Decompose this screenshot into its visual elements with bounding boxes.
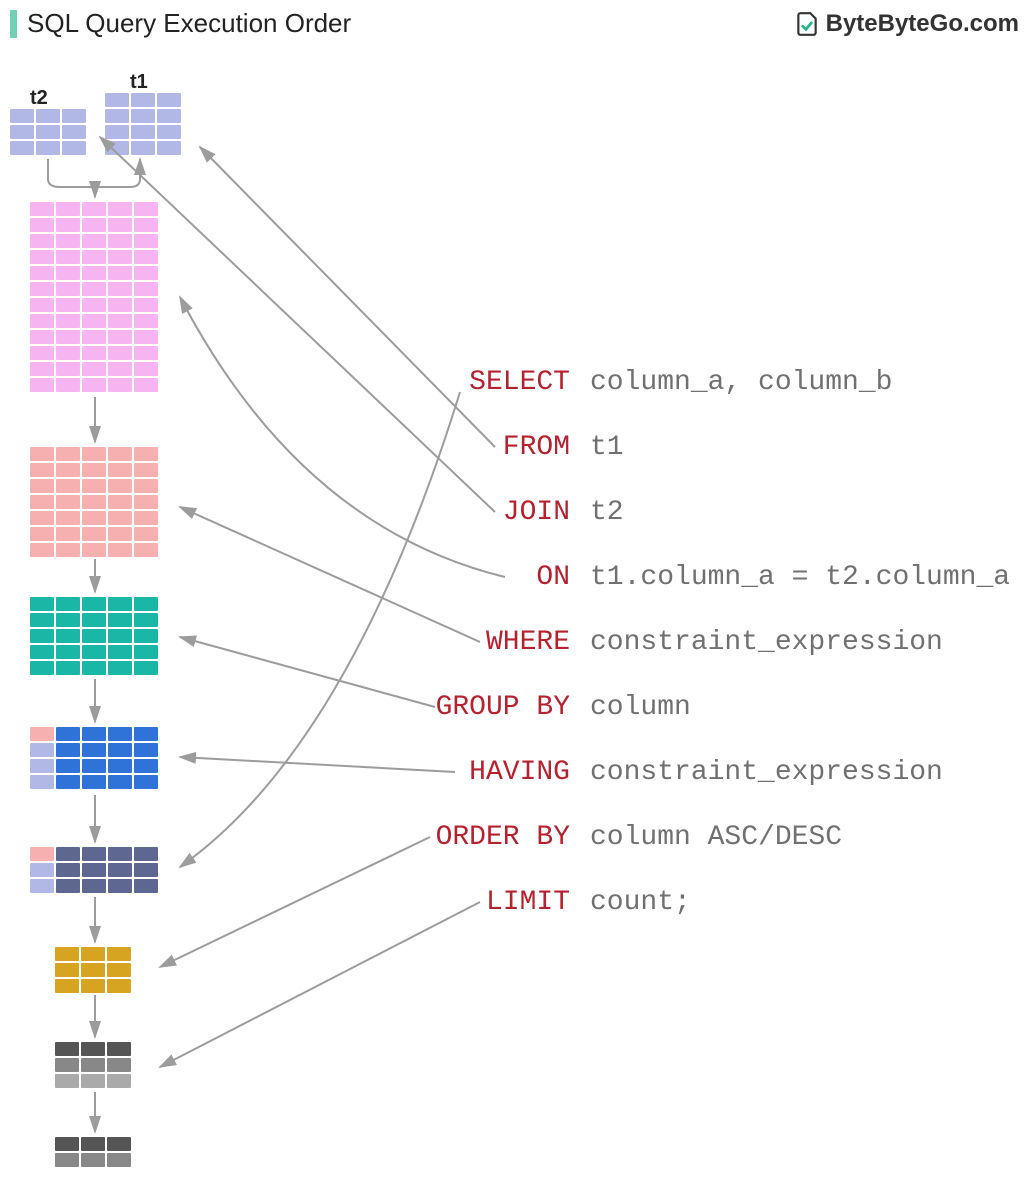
arg-on: t1.column_a = t2.column_a — [590, 562, 1010, 593]
grid-having — [30, 727, 158, 789]
sql-where: WHERE constraint_expression — [410, 627, 943, 658]
kw-where: WHERE — [410, 627, 570, 658]
sql-select: SELECT column_a, column_b — [410, 367, 892, 398]
sql-limit: LIMIT count; — [410, 887, 691, 918]
brand-text: ByteByteGo.com — [826, 10, 1019, 38]
diagram-canvas: t2 t1 SELECT column_a, column_b FROM t1 … — [0, 47, 1029, 1197]
brand: ByteByteGo.com — [794, 10, 1019, 38]
kw-from: FROM — [410, 432, 570, 463]
title-wrap: SQL Query Execution Order — [10, 8, 351, 39]
header: SQL Query Execution Order ByteByteGo.com — [0, 0, 1029, 47]
kw-on: ON — [410, 562, 570, 593]
kw-orderby: ORDER BY — [410, 822, 570, 853]
grid-t1 — [105, 93, 181, 155]
sql-orderby: ORDER BY column ASC/DESC — [410, 822, 842, 853]
kw-having: HAVING — [410, 757, 570, 788]
sql-from: FROM t1 — [410, 432, 624, 463]
arg-select: column_a, column_b — [590, 367, 892, 398]
grid-final — [55, 1137, 131, 1167]
label-t2: t2 — [30, 87, 48, 110]
sql-groupby: GROUP BY column — [410, 692, 691, 723]
title-accent — [10, 10, 17, 38]
grid-t2 — [10, 109, 86, 155]
sql-join: JOIN t2 — [410, 497, 624, 528]
arg-join: t2 — [590, 497, 624, 528]
kw-limit: LIMIT — [410, 887, 570, 918]
grid-limit — [55, 1042, 131, 1088]
label-t1: t1 — [130, 71, 148, 94]
grid-orderby — [55, 947, 131, 993]
grid-select — [30, 847, 158, 893]
arg-from: t1 — [590, 432, 624, 463]
grid-groupby — [30, 597, 158, 675]
kw-select: SELECT — [410, 367, 570, 398]
grid-join — [30, 202, 158, 392]
arg-groupby: column — [590, 692, 691, 723]
arg-limit: count; — [590, 887, 691, 918]
brand-icon — [794, 11, 820, 37]
sql-on: ON t1.column_a = t2.column_a — [410, 562, 1010, 593]
page-title: SQL Query Execution Order — [27, 8, 351, 39]
grid-where — [30, 447, 158, 557]
arg-orderby: column ASC/DESC — [590, 822, 842, 853]
arg-where: constraint_expression — [590, 627, 943, 658]
kw-groupby: GROUP BY — [410, 692, 570, 723]
arg-having: constraint_expression — [590, 757, 943, 788]
kw-join: JOIN — [410, 497, 570, 528]
sql-having: HAVING constraint_expression — [410, 757, 943, 788]
